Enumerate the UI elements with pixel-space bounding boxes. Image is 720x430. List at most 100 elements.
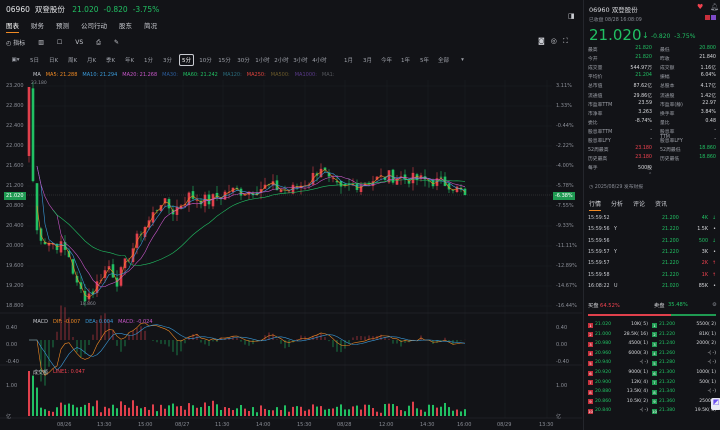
volume-bar [272,410,274,416]
settings-icon[interactable]: ⚙ [712,302,717,308]
collapse-chevron-icon[interactable]: ⌃ [648,172,652,178]
pct-axis-label: -4.00% [556,163,574,169]
volume-axis-label: 亿 [556,414,562,420]
stat-value: - [650,137,652,142]
stat-label: 历史最低 [660,157,680,163]
volume-bar [436,407,438,416]
bid-level: 4 [588,351,593,357]
ask-volume: 81K( 1) [699,331,716,337]
volume-bar [104,406,106,416]
bid-price: 20.980 [595,341,612,347]
pct-axis-label: -12.89% [556,263,577,269]
volume-bar [300,406,302,416]
volume-bar [368,404,370,416]
price-axis-label: 20.000 [6,243,24,249]
volume-bar [160,404,162,416]
volume-bar [208,406,210,416]
tab-news[interactable]: 资讯 [655,199,667,211]
volume-bar [392,404,394,416]
volume-bar [152,404,154,416]
volume-bar [188,403,190,416]
volume-bar [244,408,246,416]
price-chart[interactable] [0,0,582,430]
bell-icon[interactable]: 🔔︎ [710,3,719,11]
volume-bar [76,407,78,416]
stat-label: 股息率LFY [588,139,611,144]
volume-bar [184,409,186,416]
favorite-heart-icon[interactable]: ♥ [697,3,703,11]
trade-time: 15:59:52 [588,216,610,221]
volume-bar [424,411,426,416]
stat-value: 1.42亿 [700,93,716,99]
ask-level: 7 [652,380,657,386]
stat-row: 市净率 3.263 换手率 3.84% [588,110,716,117]
volume-bar [236,408,238,416]
pct-axis-label: -11.11% [556,243,577,249]
price-axis-label: 21.600 [6,163,24,169]
neutral-dot-icon: • [713,283,716,289]
tab-quotes[interactable]: 行情 [589,199,602,211]
volume-bar [136,405,138,416]
bid-volume: 28.5K( 16) [623,331,648,337]
ask-price: 21.380 [659,408,676,414]
stat-row: 总市值 87.62亿 总股本 4.17亿 [588,82,716,89]
ask-level: 1 [652,322,657,328]
price-axis-label: 20.400 [6,223,24,229]
volume-bar [112,404,114,416]
ask-volume: 2000( 2) [696,341,716,347]
assistant-float-icon[interactable]: ◩ [711,398,720,410]
candle [439,176,443,178]
trade-time: 16:08:22 [588,283,610,289]
tab-comments[interactable]: 评论 [633,199,645,211]
volume-bar [324,409,326,416]
volume-bar [412,401,414,416]
volume-bar [328,408,330,416]
ask-level: 10 [652,408,657,414]
volume-bar [252,407,254,416]
trade-flag: Y [614,249,617,255]
stat-row: 成交量 544.97万 成交额 1.16亿 [588,64,716,71]
ask-price: 21.240 [659,341,676,347]
stat-label: 流通股 [660,93,675,99]
volume-bar [352,406,354,416]
volume-bar [68,403,70,416]
volume-bar [200,407,202,416]
high-marker: 23.180 [31,81,47,86]
volume-bar [72,404,74,416]
volume-bar [164,408,166,416]
trade-price: 21.220 [662,272,679,278]
stat-value: 87.62亿 [633,84,652,90]
badge-icon [711,15,716,20]
quote-title: 06960 双登股份 [589,4,638,14]
stat-row: 最高 21.820 最低 20.800 [588,46,716,53]
volume-bar [80,406,82,416]
bid-volume: 4500( 1) [628,341,648,347]
buy-pct: 64.52% [600,303,620,309]
bid-level: 6 [588,370,593,376]
bid-price: 21.000 [595,331,612,337]
bid-level: 8 [588,389,593,395]
stat-row: 每手 500股 [588,164,716,171]
trade-volume: 2K [701,261,708,267]
down-arrow-icon: ↓ [711,238,716,244]
volume-bar [380,412,382,416]
volume-bar [440,406,442,416]
volume-bar [180,405,182,416]
down-arrow-icon: ↓ [642,31,649,40]
macd-axis-label: 0.00 [6,342,18,348]
volume-bar [420,409,422,416]
ask-price: 21.200 [659,322,676,327]
quote-panel: 06960 双登股份 ♥ 🔔︎ 已收盘 08/28 16:08:09 21.02… [583,0,720,430]
tab-analysis[interactable]: 分析 [611,199,623,211]
stat-value: 23.59 [638,100,652,106]
ask-volume: 5500( 2) [696,322,716,327]
volume-bar [448,407,450,416]
volume-bar [48,410,50,416]
macd-dea-line [29,324,466,371]
volume-bar [32,375,34,416]
stat-label: 委比 [588,120,598,126]
trade-flag: Y [614,227,617,233]
volume-bar [204,402,206,416]
stat-row: 市盈率TTM 23.59 市盈率(静) 22.97 [588,101,716,108]
neutral-dot-icon: • [713,249,716,255]
